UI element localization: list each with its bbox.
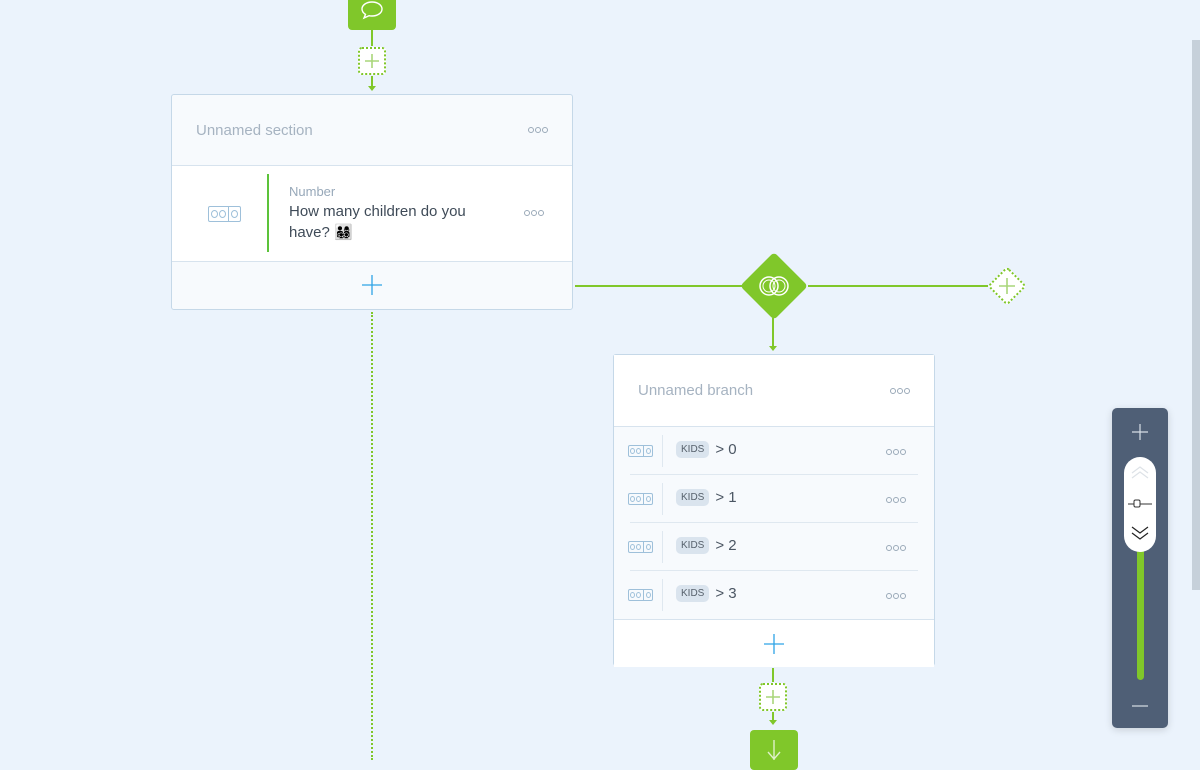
zoom-in-button[interactable] (1132, 424, 1148, 445)
speech-bubble-icon (361, 1, 383, 20)
more-options-icon[interactable] (524, 210, 544, 216)
more-options-icon[interactable] (890, 387, 910, 394)
zoom-slider-handle[interactable] (1124, 457, 1156, 552)
condition-value: > 2 (715, 537, 737, 554)
number-field-icon (628, 493, 653, 505)
question-text[interactable]: How many children do you have? 👨‍👩‍👧‍👦 (289, 201, 489, 243)
message-node[interactable] (348, 0, 396, 30)
add-step-button[interactable] (358, 47, 386, 75)
more-options-icon[interactable] (886, 593, 906, 599)
section-title[interactable]: Unnamed section (196, 122, 313, 139)
condition-list: KIDS > 0 KIDS > 1 KIDS > 2 KIDS > 3 (614, 427, 934, 619)
plus-icon (362, 275, 382, 295)
branch-card[interactable]: Unnamed branch KIDS > 0 KIDS > 1 KIDS > … (613, 354, 935, 667)
more-options-icon[interactable] (886, 545, 906, 551)
vertical-scrollbar[interactable] (1192, 40, 1200, 590)
plus-icon (1132, 424, 1148, 440)
plus-icon (766, 690, 780, 704)
condition-value: > 3 (715, 585, 737, 602)
plus-icon (999, 278, 1015, 294)
end-node[interactable] (750, 730, 798, 770)
connector-line (575, 285, 745, 287)
add-question-button[interactable] (172, 262, 572, 308)
arrow-down-icon (769, 346, 777, 351)
divider (662, 579, 663, 611)
connector-line (371, 30, 373, 46)
question-row[interactable]: Number How many children do you have? 👨‍… (172, 166, 572, 262)
number-field-icon (628, 589, 653, 601)
number-field-icon (628, 541, 653, 553)
add-condition-button[interactable] (614, 619, 934, 667)
question-accent-bar (267, 174, 269, 252)
connector-line (772, 318, 774, 348)
more-options-icon[interactable] (886, 497, 906, 503)
variable-tag: KIDS (676, 585, 710, 602)
condition-row[interactable]: KIDS > 2 (614, 523, 934, 571)
variable-tag: KIDS (676, 441, 710, 458)
variable-tag: KIDS (676, 489, 710, 506)
condition-row[interactable]: KIDS > 3 (614, 571, 934, 619)
connector-line (772, 668, 774, 682)
number-field-icon (628, 445, 653, 457)
section-header[interactable]: Unnamed section (172, 95, 572, 166)
question-type: Number (289, 184, 336, 199)
condition-value: > 1 (715, 489, 737, 506)
divider (662, 531, 663, 563)
divider (662, 435, 663, 467)
arrow-down-icon (767, 740, 781, 760)
connector-line (808, 285, 988, 287)
dotted-connector (371, 312, 373, 760)
more-options-icon[interactable] (886, 449, 906, 455)
variable-tag: KIDS (676, 537, 710, 554)
zoom-control (1112, 408, 1168, 728)
divider (662, 483, 663, 515)
number-field-icon (208, 206, 241, 222)
condition-value: > 0 (715, 441, 737, 458)
minus-icon (1132, 705, 1148, 707)
branch-title[interactable]: Unnamed branch (638, 382, 753, 399)
condition-row[interactable]: KIDS > 1 (614, 475, 934, 523)
slider-grip-icon (1128, 499, 1152, 508)
section-card[interactable]: Unnamed section Number How many children… (171, 94, 573, 310)
chevron-down-icon (1131, 526, 1149, 540)
zoom-out-button[interactable] (1132, 698, 1148, 719)
add-step-button[interactable] (759, 683, 787, 711)
plus-icon (764, 633, 784, 654)
condition-row[interactable]: KIDS > 0 (614, 427, 934, 475)
plus-icon (365, 54, 379, 68)
arrow-down-icon (368, 86, 376, 91)
overlapping-circles-icon (759, 276, 789, 296)
more-options-icon[interactable] (528, 127, 548, 133)
branch-header[interactable]: Unnamed branch (614, 355, 934, 427)
arrow-down-icon (769, 720, 777, 725)
chevron-up-icon (1131, 466, 1149, 479)
